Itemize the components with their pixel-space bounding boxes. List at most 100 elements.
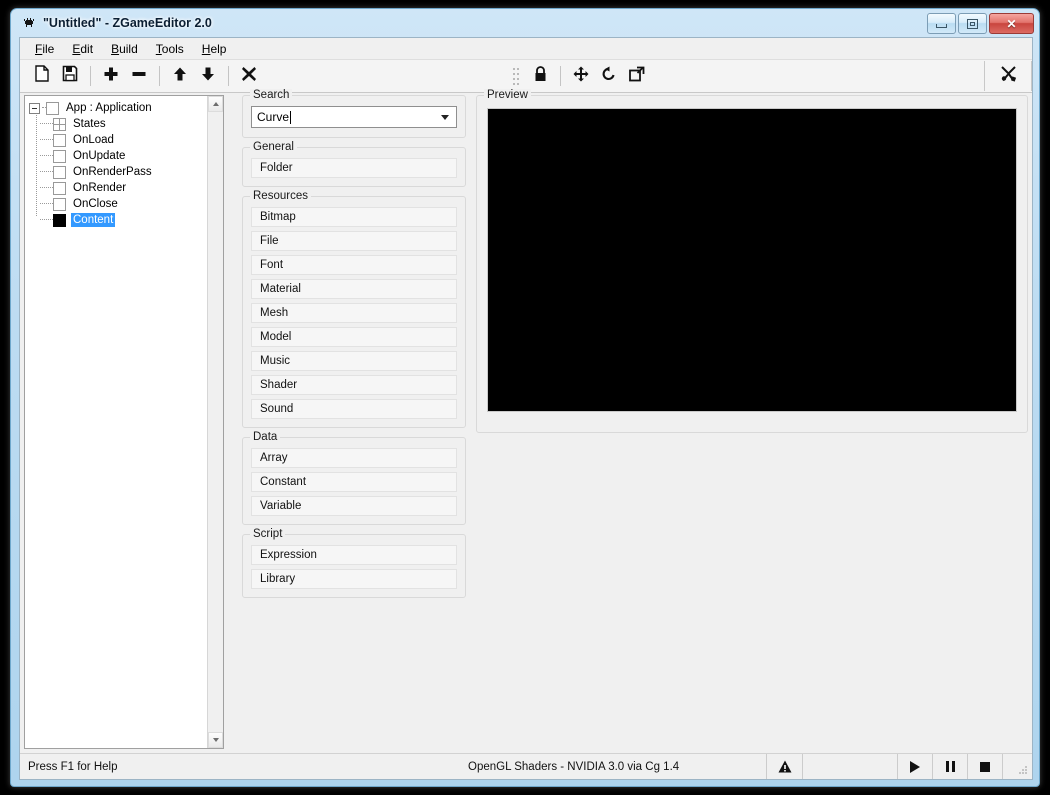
tree-connector: [40, 139, 53, 141]
tree-node-onrenderpass[interactable]: OnRenderPass: [29, 164, 221, 180]
tree-connector: [40, 219, 53, 221]
palette-item-array[interactable]: Array: [251, 448, 457, 468]
remove-component-button[interactable]: [126, 63, 152, 89]
move-down-button[interactable]: [195, 63, 221, 89]
tree-node-onclose[interactable]: OnClose: [29, 196, 221, 212]
menu-help[interactable]: Help: [193, 40, 236, 58]
tree-node-label: States: [73, 118, 106, 130]
tree-node-app[interactable]: App : Application: [29, 100, 221, 116]
palette-item-model[interactable]: Model: [251, 327, 457, 347]
general-group: General Folder: [242, 141, 466, 187]
restore-button[interactable]: [958, 13, 987, 34]
window-controls: ✕: [927, 13, 1034, 34]
pan-tool-button[interactable]: [568, 63, 594, 89]
scroll-down-button[interactable]: [208, 732, 223, 748]
grid-node-icon: [53, 117, 66, 131]
preview-group: Preview: [476, 89, 1028, 433]
palette-item-shader[interactable]: Shader: [251, 375, 457, 395]
component-palette: Search Curve General Folder Resources Bi…: [242, 89, 466, 607]
palette-item-constant[interactable]: Constant: [251, 472, 457, 492]
chevron-down-icon: [212, 738, 219, 742]
palette-item-library[interactable]: Library: [251, 569, 457, 589]
tree-node-onrender[interactable]: OnRender: [29, 180, 221, 196]
window-title: "Untitled" - ZGameEditor 2.0: [43, 16, 212, 30]
tree-node-label: OnRender: [73, 182, 127, 194]
tree-connector: [40, 171, 53, 173]
play-button[interactable]: [898, 754, 933, 779]
close-button[interactable]: ✕: [989, 13, 1034, 34]
filled-node-icon: [53, 213, 66, 227]
menu-file[interactable]: File: [26, 40, 63, 58]
palette-item-variable[interactable]: Variable: [251, 496, 457, 516]
arrow-up-icon: [172, 66, 188, 87]
lock-button[interactable]: [527, 63, 553, 89]
tree-node-label: App : Application: [66, 102, 152, 114]
search-input[interactable]: Curve: [251, 106, 457, 128]
toolbar-drag-handle[interactable]: [513, 66, 521, 86]
tree-node-states[interactable]: States: [29, 116, 221, 132]
move-up-button[interactable]: [167, 63, 193, 89]
rotate-ccw-icon: [601, 66, 617, 87]
minimize-button[interactable]: [927, 13, 956, 34]
arrow-down-icon: [200, 66, 216, 87]
collapse-expander-icon[interactable]: [29, 102, 40, 114]
general-group-title: General: [250, 141, 297, 153]
palette-item-folder[interactable]: Folder: [251, 158, 457, 178]
save-file-button[interactable]: [57, 63, 83, 89]
menu-bar: File Edit Build Tools Help: [20, 38, 1032, 60]
search-input-value: Curve: [257, 110, 290, 124]
resources-group-title: Resources: [250, 190, 311, 202]
resize-grip[interactable]: [1003, 754, 1032, 779]
reset-rotate-button[interactable]: [596, 63, 622, 89]
scroll-up-button[interactable]: [208, 96, 223, 112]
palette-item-sound[interactable]: Sound: [251, 399, 457, 419]
application-window: "Untitled" - ZGameEditor 2.0 ✕ File Edit…: [10, 8, 1040, 787]
minimize-icon: [936, 24, 947, 28]
project-tree[interactable]: App : Application States OnLoad OnUpdate…: [25, 96, 223, 228]
palette-item-expression[interactable]: Expression: [251, 545, 457, 565]
palette-item-bitmap[interactable]: Bitmap: [251, 207, 457, 227]
palette-item-mesh[interactable]: Mesh: [251, 303, 457, 323]
data-group: Data Array Constant Variable: [242, 431, 466, 525]
pause-button[interactable]: [933, 754, 968, 779]
tree-node-label: OnRenderPass: [73, 166, 152, 178]
tree-node-label: OnLoad: [73, 134, 114, 146]
play-icon: [910, 760, 920, 773]
chevron-down-icon[interactable]: [441, 115, 449, 120]
lock-icon: [533, 65, 548, 87]
palette-item-font[interactable]: Font: [251, 255, 457, 275]
palette-item-music[interactable]: Music: [251, 351, 457, 371]
settings-button[interactable]: [995, 63, 1021, 89]
new-file-button[interactable]: [29, 63, 55, 89]
bug-icon: [21, 15, 37, 31]
x-cross-icon: [241, 66, 257, 87]
tree-node-onupdate[interactable]: OnUpdate: [29, 148, 221, 164]
toolbar-separator: [560, 66, 561, 86]
empty-node-icon: [53, 197, 66, 211]
tree-node-label: OnClose: [73, 198, 118, 210]
preview-canvas[interactable]: [487, 108, 1017, 412]
add-component-button[interactable]: [98, 63, 124, 89]
tree-node-content[interactable]: Content: [29, 212, 221, 228]
external-window-icon: [629, 66, 645, 87]
delete-button[interactable]: [236, 63, 262, 89]
menu-tools[interactable]: Tools: [147, 40, 193, 58]
menu-build[interactable]: Build: [102, 40, 147, 58]
empty-node-icon: [53, 149, 66, 163]
data-group-title: Data: [250, 431, 281, 443]
minus-icon: [131, 66, 147, 87]
plus-icon: [103, 66, 119, 87]
menu-edit[interactable]: Edit: [63, 40, 102, 58]
pause-icon: [945, 761, 955, 772]
search-group: Search Curve: [242, 89, 466, 138]
stop-button[interactable]: [968, 754, 1003, 779]
restore-icon: [967, 18, 978, 29]
tree-node-onload[interactable]: OnLoad: [29, 132, 221, 148]
search-group-title: Search: [250, 89, 293, 101]
warning-triangle-icon[interactable]: [767, 754, 803, 779]
palette-item-file[interactable]: File: [251, 231, 457, 251]
detach-window-button[interactable]: [624, 63, 650, 89]
tree-vertical-scrollbar[interactable]: [207, 96, 223, 748]
palette-item-material[interactable]: Material: [251, 279, 457, 299]
text-caret: [290, 110, 292, 124]
